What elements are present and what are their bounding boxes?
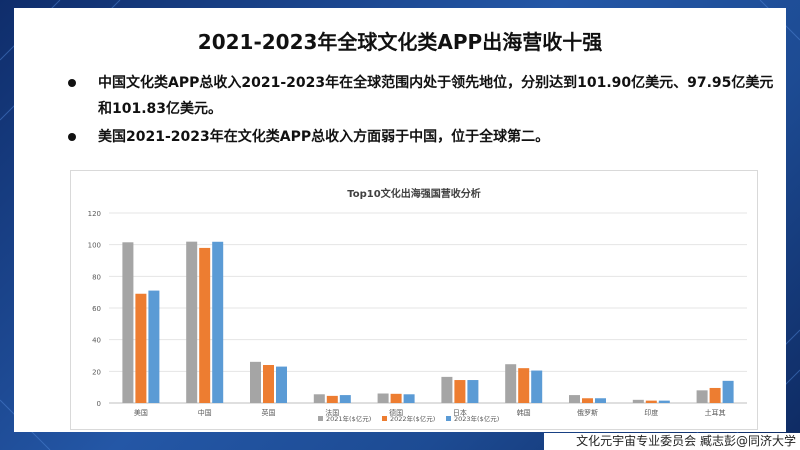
bullet-item: 中国文化类APP总收入2021-2023年在全球范围内处于领先地位，分别达到10… [62, 70, 782, 122]
bar-5-2 [467, 380, 479, 403]
footer-credit: 文化元宇宙专业委员会 臧志彭@同济大学 [544, 433, 800, 450]
bullet-text: 美国2021-2023年在文化类APP总收入方面弱于中国，位于全球第二。 [98, 129, 550, 145]
bar-7-2 [595, 398, 606, 403]
x-tick-label: 印度 [644, 408, 658, 417]
bar-0-1 [135, 293, 147, 403]
bar-9-0 [696, 390, 708, 403]
page-title: 2021-2023年全球文化类APP出海营收十强 [197, 30, 603, 54]
slide: 2021-2023年全球文化类APP出海营收十强 中国文化类APP总收入2021… [14, 8, 786, 432]
bar-2-0 [250, 361, 261, 403]
x-tick-label: 韩国 [517, 408, 531, 417]
bullet-dot-icon [68, 79, 76, 87]
legend-swatch [382, 416, 387, 421]
y-tick-label: 40 [92, 337, 101, 345]
bar-4-0 [377, 393, 389, 403]
bar-6-1 [518, 368, 530, 403]
bullet-list: 中国文化类APP总收入2021-2023年在全球范围内处于领先地位，分别达到10… [62, 70, 782, 150]
bar-3-1 [326, 395, 338, 403]
y-tick-label: 100 [88, 242, 101, 250]
legend-swatch [318, 416, 323, 421]
bar-5-1 [454, 380, 466, 403]
bar-0-0 [122, 242, 134, 403]
bullet-item: 美国2021-2023年在文化类APP总收入方面弱于中国，位于全球第二。 [62, 124, 782, 150]
chart-container: Top10文化出海强国营收分析 0 20 40 60 80 100 120 美国 中国 英国 法国… [70, 170, 758, 430]
bar-6-2 [531, 370, 543, 403]
bar-9-1 [709, 387, 721, 403]
y-tick-label: 0 [97, 400, 101, 408]
bar-2-1 [263, 365, 274, 403]
bar-4-2 [403, 394, 415, 403]
bar-0-2 [148, 290, 160, 403]
bar-3-2 [339, 395, 351, 403]
x-tick-label: 中国 [198, 408, 212, 417]
bullet-dot-icon [68, 133, 76, 141]
y-tick-label: 80 [92, 273, 101, 281]
legend-label: 2023年($亿元) [454, 414, 499, 423]
bar-9-2 [722, 380, 734, 403]
bullet-text: 中国文化类APP总收入2021-2023年在全球范围内处于领先地位，分别达到10… [98, 75, 774, 117]
bar-6-0 [505, 364, 517, 403]
y-tick-label: 60 [92, 305, 101, 313]
bar-2-2 [276, 366, 287, 403]
bar-1-2 [212, 241, 224, 403]
bar-7-1 [582, 398, 593, 403]
bar-chart: Top10文化出海强国营收分析 020406080100120 美国 中国 英国 法国… [88, 187, 747, 423]
bar-4-1 [390, 393, 402, 403]
bar-7-0 [569, 395, 580, 403]
chart-title: Top10文化出海强国营收分析 [347, 187, 480, 200]
bar-3-0 [313, 394, 325, 403]
x-tick-label: 英国 [262, 408, 276, 417]
bar-8-1 [645, 400, 657, 403]
x-tick-label: 土耳其 [705, 408, 726, 417]
legend-label: 2022年($亿元) [390, 414, 435, 423]
y-tick-label: 20 [92, 368, 101, 376]
bar-8-0 [632, 399, 644, 403]
x-tick-label: 俄罗斯 [577, 408, 598, 417]
bar-8-2 [658, 400, 670, 403]
legend-label: 2021年($亿元) [326, 414, 371, 423]
bar-1-1 [199, 247, 211, 403]
legend-swatch [446, 416, 451, 421]
bar-5-0 [441, 376, 453, 403]
y-tick-label: 120 [88, 210, 101, 218]
x-tick-label: 美国 [134, 408, 148, 417]
bar-1-0 [186, 241, 198, 403]
